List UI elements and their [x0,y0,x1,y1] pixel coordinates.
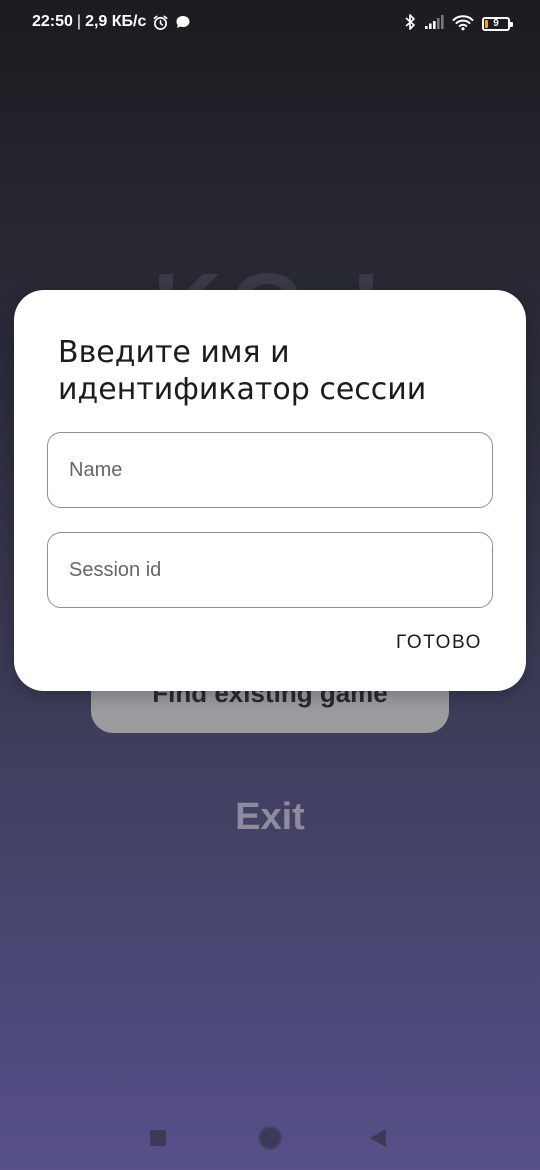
home-icon[interactable] [258,1126,282,1150]
status-bar: 22:50 | 2,9 КБ/с 9 [0,0,540,48]
message-icon [175,14,191,30]
status-separator: | [76,13,82,30]
status-left: 22:50 | 2,9 КБ/с [32,13,191,31]
session-id-input[interactable] [69,558,492,582]
signal-icon [424,14,444,34]
exit-button[interactable]: Exit [0,796,540,839]
name-field[interactable] [47,432,493,508]
alarm-icon [152,14,169,31]
battery-level: 9 [493,18,499,29]
session-id-field[interactable] [47,532,493,608]
done-button[interactable]: ГОТОВО [396,632,482,654]
bluetooth-icon [404,13,416,35]
recents-icon[interactable] [150,1130,166,1146]
status-time: 22:50 [32,13,73,30]
navigation-bar [0,1110,540,1170]
dialog-title: Введите имя и идентификатор сессии [58,335,427,407]
name-input[interactable] [69,458,492,482]
status-right: 9 [404,13,513,35]
screen: 22:50 | 2,9 КБ/с 9 Find existing game Ex… [0,0,540,1170]
network-speed: 2,9 КБ/с [85,13,147,30]
session-dialog: Введите имя и идентификатор сессии ГОТОВ… [14,290,526,691]
wifi-icon [452,14,474,35]
battery-icon: 9 [482,17,513,31]
back-icon[interactable] [370,1129,386,1147]
battery-fill [485,20,488,28]
